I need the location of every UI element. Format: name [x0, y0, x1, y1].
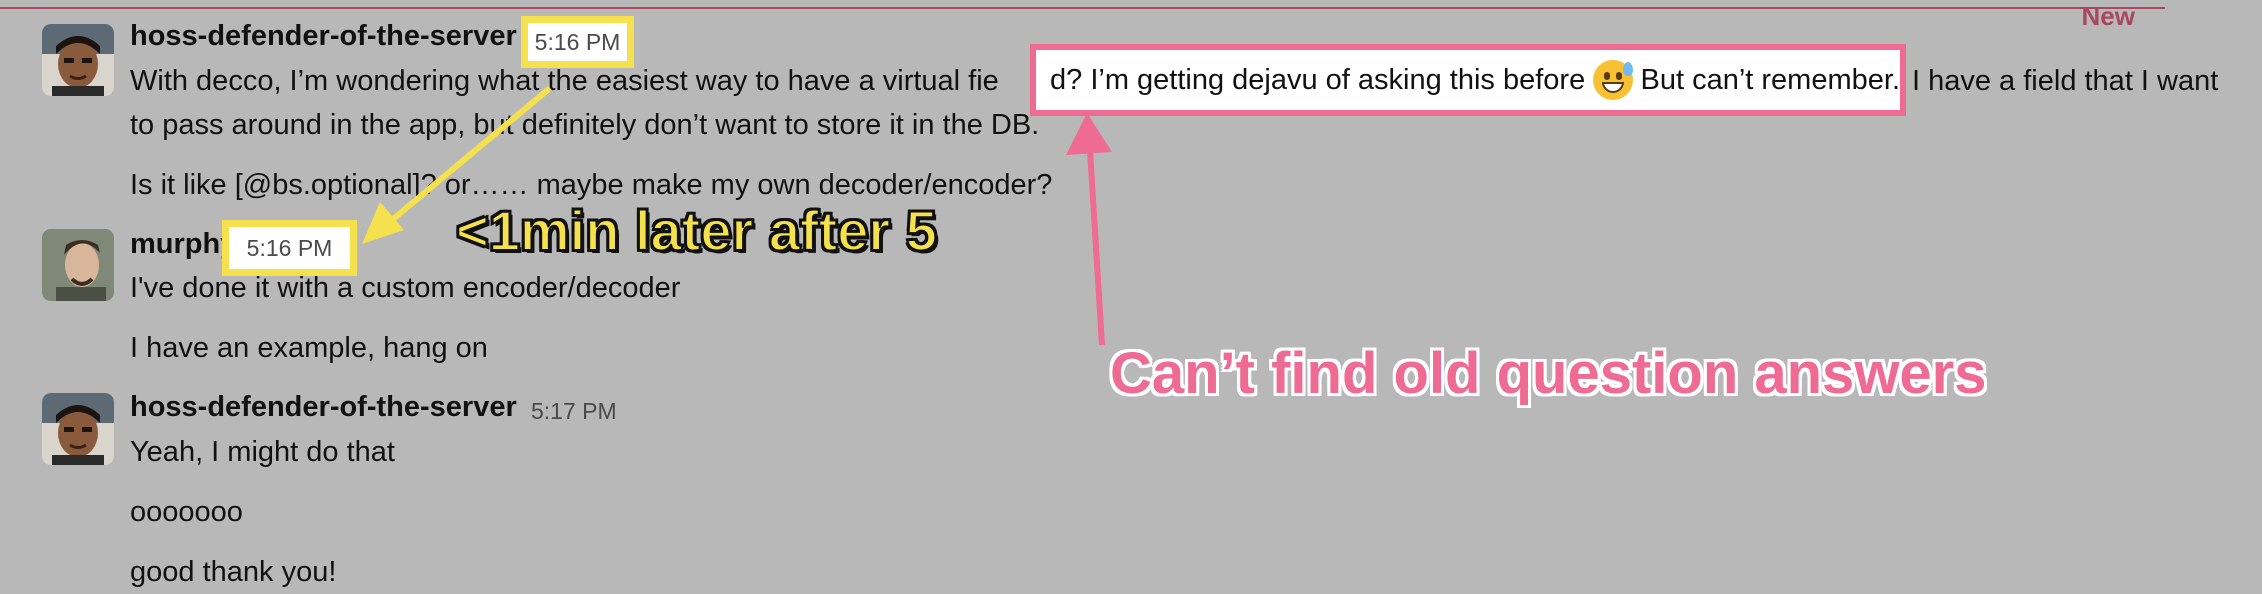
annotation-search-note: Can’t find old question answers	[1110, 341, 1987, 406]
pink-arrow-head	[1066, 113, 1112, 155]
annotation-time-note: <1min later after 5	[455, 198, 938, 263]
annotation-arrows	[362, 85, 1112, 346]
yellow-arrow-head	[362, 202, 404, 244]
pink-arrow-shaft	[1087, 149, 1105, 346]
